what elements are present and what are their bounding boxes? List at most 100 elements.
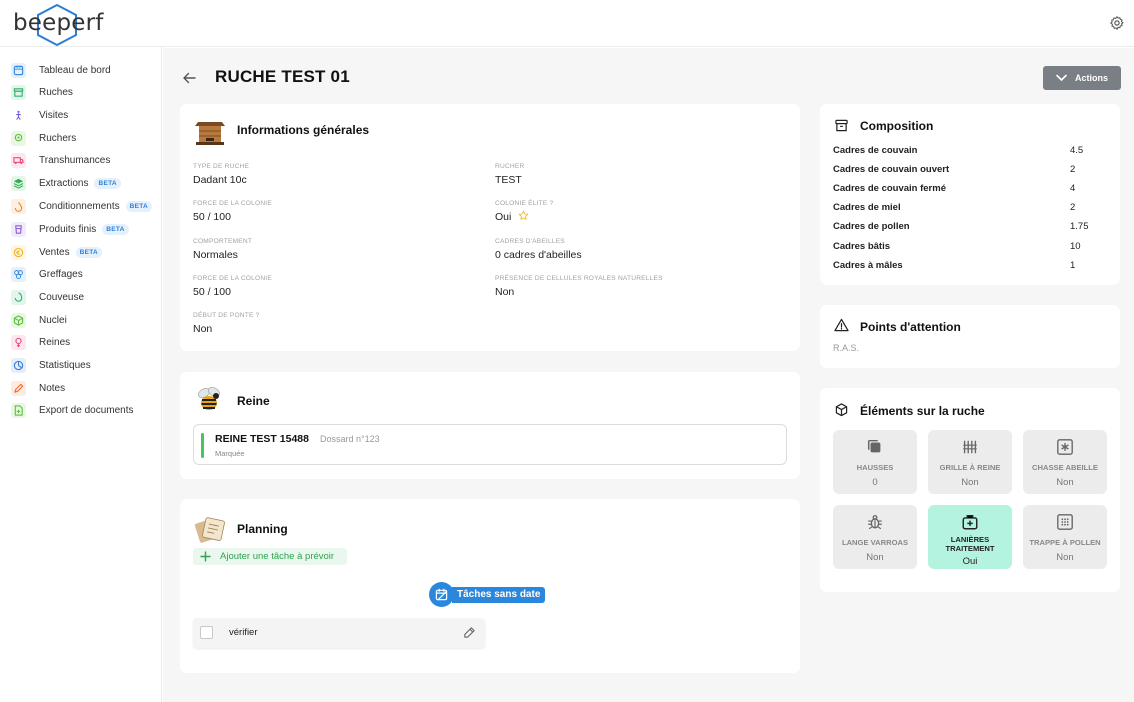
beeperf-logo[interactable]: beeperf (13, 4, 103, 46)
sidebar-item-export-de-documents[interactable]: Export de documents (11, 401, 134, 419)
sidebar-item-label: Transhumances (39, 154, 111, 166)
tile-grille-à-reine[interactable]: GRILLE À REINE Non (928, 430, 1012, 494)
actions-button[interactable]: Actions (1043, 66, 1121, 90)
calendar-icon (11, 62, 26, 78)
composition-row-value: 1 (1070, 259, 1076, 271)
grid-icon (963, 440, 977, 454)
layers-icon (11, 175, 26, 191)
tile-label: HAUSSES (856, 463, 894, 472)
composition-row-value: 1.75 (1070, 221, 1089, 233)
beta-badge: BETA (125, 200, 153, 212)
sidebar-item-extractions[interactable]: Extractions BETA (11, 174, 121, 192)
sidebar-item-couveuse[interactable]: Couveuse (11, 288, 84, 306)
tile-chasse-abeille[interactable]: CHASSE ABEILLE Non (1023, 430, 1107, 494)
tile-lanières[interactable]: LANIÈRES TRAITEMENT Oui (928, 505, 1012, 569)
field-value: TEST (495, 174, 522, 186)
chevron-down-icon (1056, 74, 1067, 82)
queen-icon (11, 334, 26, 350)
tile-label: GRILLE À REINE (939, 463, 1001, 472)
beehive-icon (195, 122, 225, 145)
undated-tasks-label: Tâches sans date (452, 586, 546, 603)
sidebar-item-ruches[interactable]: Ruches (11, 83, 73, 101)
tile-label: LANGE VARROAS (841, 538, 909, 547)
sidebar-item-nuclei[interactable]: Nuclei (11, 311, 67, 329)
reine-card: Reine REINE TEST 15488 Dossard n°123 Mar… (180, 372, 800, 479)
tile-label-line2: TRAITEMENT (945, 544, 995, 553)
add-task-label: Ajouter une tâche à prévoir (220, 551, 335, 562)
sidebar: Tableau de bord Ruches Visites Ruchers Trans… (0, 47, 162, 702)
top-bar: beeperf (0, 0, 1134, 47)
field-label: COLONIE ÉLITE ? (495, 200, 554, 207)
page-title: RUCHE TEST 01 (215, 67, 350, 86)
tile-trappe-à-pollen[interactable]: TRAPPE À POLLEN Non (1023, 505, 1107, 569)
stack-icon (867, 439, 881, 453)
tile-value: Non (1056, 552, 1074, 563)
archive-icon (835, 119, 848, 132)
tile-label: LANIÈRES (950, 535, 990, 544)
walking-person-icon (11, 107, 26, 123)
elements-title: Éléments sur la ruche (860, 404, 985, 418)
field-label: TYPE DE RUCHE (193, 163, 250, 170)
warning-icon (834, 318, 849, 332)
tile-value: Oui (962, 556, 978, 567)
reine-name: REINE TEST 15488 (215, 433, 309, 445)
back-arrow-icon[interactable] (182, 71, 196, 85)
euro-coin-icon (11, 244, 26, 260)
beta-badge: BETA (75, 246, 103, 258)
asterisk-box-icon (1057, 439, 1073, 455)
composition-row-value: 10 (1070, 240, 1081, 252)
field-value: Dadant 10c (193, 174, 247, 186)
sidebar-item-label: Reines (39, 336, 71, 348)
edit-icon[interactable] (463, 626, 476, 639)
sidebar-item-conditionnements[interactable]: Conditionnements BETA (11, 197, 153, 215)
field-value: 50 / 100 (193, 211, 231, 223)
sidebar-item-notes[interactable]: Notes (11, 379, 65, 397)
composition-row-label: Cadres à mâles (833, 259, 903, 271)
reine-title: Reine (237, 394, 270, 408)
field-label: CADRES D'ABEILLES (495, 238, 565, 245)
sidebar-item-label: Ventes (39, 246, 70, 258)
drop-icon (11, 198, 26, 214)
reine-entry[interactable]: REINE TEST 15488 Dossard n°123 Marquée (193, 424, 787, 465)
tile-value: Non (866, 552, 884, 563)
plus-icon (200, 551, 211, 562)
sidebar-item-label: Greffages (39, 268, 83, 280)
sidebar-item-label: Conditionnements (39, 200, 120, 212)
composition-row-value: 2 (1070, 202, 1076, 214)
sidebar-item-ruchers[interactable]: Ruchers (11, 129, 76, 147)
field-value: 50 / 100 (193, 286, 231, 298)
composition-row-label: Cadres de pollen (833, 221, 910, 233)
attention-title: Points d'attention (860, 320, 961, 334)
sidebar-item-tableau-de-bord[interactable]: Tableau de bord (11, 61, 111, 79)
cube-icon (11, 312, 26, 328)
sidebar-item-reines[interactable]: Reines (11, 333, 70, 351)
field-label: RUCHER (495, 163, 525, 170)
bee-icon (198, 387, 220, 410)
tile-lange-varroas[interactable]: LANGE VARROAS Non (833, 505, 917, 569)
composition-row-label: Cadres de couvain ouvert (833, 164, 950, 176)
beta-badge: BETA (102, 223, 129, 235)
actions-label: Actions (1074, 73, 1108, 83)
sidebar-item-statistiques[interactable]: Statistiques (11, 356, 91, 374)
field-value: Normales (193, 249, 238, 261)
sidebar-item-visites[interactable]: Visites (11, 106, 68, 124)
grafting-icon (11, 266, 26, 282)
tile-hausses[interactable]: HAUSSES 0 (833, 430, 917, 494)
reine-dossard: Dossard n°123 (320, 434, 380, 444)
field-label: COMPORTEMENT (193, 238, 253, 245)
composition-row-label: Cadres de couvain fermé (833, 183, 946, 195)
sidebar-item-label: Couveuse (39, 291, 85, 303)
elements-card: Éléments sur la ruche HAUSSES 0 GRILLE À R… (820, 388, 1120, 592)
task-checkbox[interactable] (200, 626, 213, 639)
gear-icon[interactable] (1109, 15, 1125, 31)
sidebar-item-label: Statistiques (39, 359, 91, 371)
sidebar-item-label: Tableau de bord (39, 64, 111, 76)
field-value: Non (193, 323, 213, 335)
sidebar-item-ventes[interactable]: Ventes BETA (11, 243, 103, 261)
sidebar-item-transhumances[interactable]: Transhumances (11, 151, 110, 169)
sidebar-item-produits-finis[interactable]: Produits finis BETA (11, 220, 129, 238)
main-content: RUCHE TEST 01 Actions Informations génér… (163, 48, 1134, 702)
field-value: 0 cadres d'abeilles (495, 249, 582, 261)
add-task-button[interactable]: Ajouter une tâche à prévoir (193, 548, 347, 565)
sidebar-item-greffages[interactable]: Greffages (11, 265, 83, 283)
